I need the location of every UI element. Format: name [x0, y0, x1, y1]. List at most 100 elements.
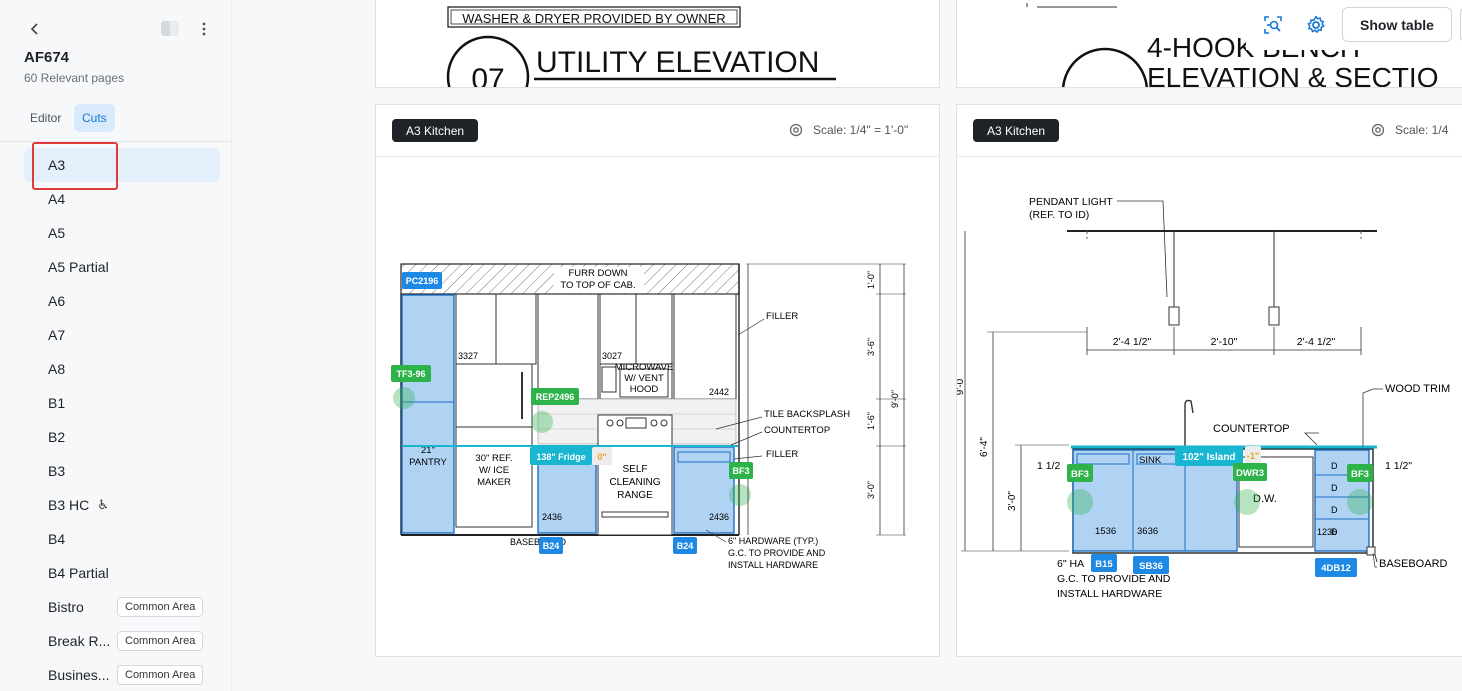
gear-icon[interactable] [1305, 14, 1327, 36]
target-icon[interactable] [1371, 123, 1385, 137]
dimension-label: 9'-0" [890, 390, 900, 408]
cabinet-tag[interactable]: TF3-96 [396, 369, 425, 379]
list-item-label: B4 Partial [48, 565, 109, 581]
list-item-label: A6 [48, 293, 66, 309]
list-item-label: A3 [48, 157, 66, 173]
show-table-button[interactable]: Show table [1342, 7, 1452, 42]
list-item[interactable]: A7 [24, 318, 220, 352]
dimension-label: 6'-4" [979, 437, 990, 457]
card-tag: A3 Kitchen [973, 119, 1060, 142]
drawing-text: 30" REF. [475, 453, 512, 464]
list-item[interactable]: A5 Partial [24, 250, 220, 284]
list-item-label: B1 [48, 395, 66, 411]
note-label: G.C. TO PROVIDE AND [1057, 573, 1171, 585]
appliance-tag[interactable]: 138" Fridge [536, 452, 585, 462]
note-label: BASEBOARD [1379, 558, 1448, 570]
drawing-text: D [1331, 483, 1338, 493]
list-item[interactable]: A6 [24, 284, 220, 318]
more-options-icon[interactable] [196, 19, 212, 39]
note-label: FILLER [766, 311, 798, 322]
list-item[interactable]: B2 [24, 420, 220, 454]
list-item[interactable]: Busines... Common Area [24, 658, 220, 691]
note-label: PENDANT LIGHT [1029, 196, 1113, 208]
drawing-text: 3327 [458, 351, 478, 361]
sidebar: AF674 60 Relevant pages Editor Cuts A3 A… [0, 0, 232, 691]
drawing-text: MICROWAVE [615, 362, 674, 373]
cabinet-tag[interactable]: REP2496 [536, 392, 575, 402]
island-elevation-drawing: PENDANT LIGHT (REF. TO ID) 2'-4 1/2" 2'-… [957, 196, 1450, 600]
appliance-tag[interactable]: 102" Island [1182, 452, 1235, 463]
list-item[interactable]: A4 [24, 182, 220, 216]
list-item-label: Break R... [48, 633, 111, 649]
scale-label: Scale: 1/4" = 1'-0" [813, 123, 909, 137]
dimension-label: 1'-6" [866, 412, 876, 430]
sidebar-header: AF674 60 Relevant pages Editor Cuts [0, 0, 232, 142]
cabinet-tag[interactable]: B15 [1095, 559, 1113, 570]
list-item[interactable]: B4 Partial [24, 556, 220, 590]
note-label: COUNTERTOP [1213, 423, 1290, 435]
dimension-label: 2'-10" [1211, 336, 1238, 348]
search-detect-icon[interactable] [1262, 14, 1284, 36]
list-item[interactable]: B3 [24, 454, 220, 488]
note-label: 6" HA [1057, 558, 1084, 570]
top-card-left: WASHER & DRYER PROVIDED BY OWNER 07 UTIL… [375, 0, 940, 88]
panel-toggle-icon[interactable] [161, 21, 179, 36]
common-area-badge: Common Area [117, 597, 204, 617]
cabinet-tag[interactable]: BF3 [732, 466, 749, 476]
dimension-label: 1 1/2" [1385, 460, 1412, 472]
scale-info: Scale: 1/4" = 1'-0" [789, 123, 908, 137]
project-subtitle: 60 Relevant pages [24, 71, 125, 85]
cabinet-tag[interactable]: DWR3 [1236, 468, 1264, 479]
note-label: INSTALL HARDWARE [1057, 588, 1162, 600]
utility-number: 07 [471, 63, 504, 88]
list-item[interactable]: Break R... Common Area [24, 624, 220, 658]
note-label: WOOD TRIM [1385, 383, 1450, 395]
offset-tag[interactable]: 0" [597, 452, 606, 462]
cabinet-tag[interactable]: BF3 [1071, 469, 1089, 480]
list-item[interactable]: B3 HC ♿ [24, 488, 220, 522]
list-item[interactable]: B4 [24, 522, 220, 556]
dimension-label: 3'-0" [1007, 491, 1018, 511]
cabinet-tag[interactable]: BF3 [1351, 469, 1369, 480]
offset-tag[interactable]: -1" [1247, 451, 1259, 461]
drawing-text: W/ VENT [624, 373, 664, 384]
utility-note: WASHER & DRYER PROVIDED BY OWNER [462, 11, 725, 26]
note-label: TILE BACKSPLASH [764, 409, 850, 420]
dimension-label: 1'-0" [866, 271, 876, 289]
cabinet-tag[interactable]: B24 [543, 541, 560, 551]
kitchen-elevation-drawing: FURR DOWN TO TOP OF CAB. 3327 3027 2442 … [391, 263, 906, 570]
list-item[interactable]: A5 [24, 216, 220, 250]
list-item[interactable]: Bistro Common Area [24, 590, 220, 624]
cabinet-tag[interactable]: 4DB12 [1321, 563, 1351, 574]
list-item-label: A7 [48, 327, 66, 343]
tab-cuts[interactable]: Cuts [74, 104, 115, 132]
scale-label: Scale: 1/4 [1395, 123, 1449, 137]
cabinet-tag[interactable]: B24 [677, 541, 694, 551]
drawing-text: 3636 [1137, 526, 1158, 537]
drawing-text: SELF [622, 464, 647, 475]
scale-info: Scale: 1/4 [1371, 123, 1448, 137]
utility-title: UTILITY ELEVATION [536, 46, 819, 79]
note-label: G.C. TO PROVIDE AND [728, 548, 826, 558]
dimension-label: 1 1/2 [1037, 460, 1061, 472]
tab-editor[interactable]: Editor [22, 104, 69, 132]
list-item[interactable]: A3 [24, 148, 220, 182]
list-item[interactable]: A8 [24, 352, 220, 386]
list-item-label: Busines... [48, 667, 110, 683]
cabinet-tag[interactable]: SB36 [1139, 561, 1163, 572]
drawing-text: W/ ICE [479, 465, 509, 476]
dimension-label: 3'-0" [866, 481, 876, 499]
target-icon[interactable] [789, 123, 803, 137]
back-button[interactable] [24, 18, 46, 40]
drawing-text: MAKER [477, 477, 511, 488]
drawing-text: SINK [1139, 455, 1162, 466]
card-header: A3 Kitchen Scale: 1/4 [957, 105, 1462, 157]
note-label: INSTALL HARDWARE [728, 560, 818, 570]
list-item[interactable]: B1 [24, 386, 220, 420]
cabinet-tag[interactable]: PC2196 [406, 276, 439, 286]
drawing-text: 1536 [1095, 526, 1116, 537]
drawing-text: 3027 [602, 351, 622, 361]
list-item-label: B4 [48, 531, 66, 547]
project-title: AF674 [24, 49, 70, 66]
drawing-text: D [1331, 505, 1338, 515]
